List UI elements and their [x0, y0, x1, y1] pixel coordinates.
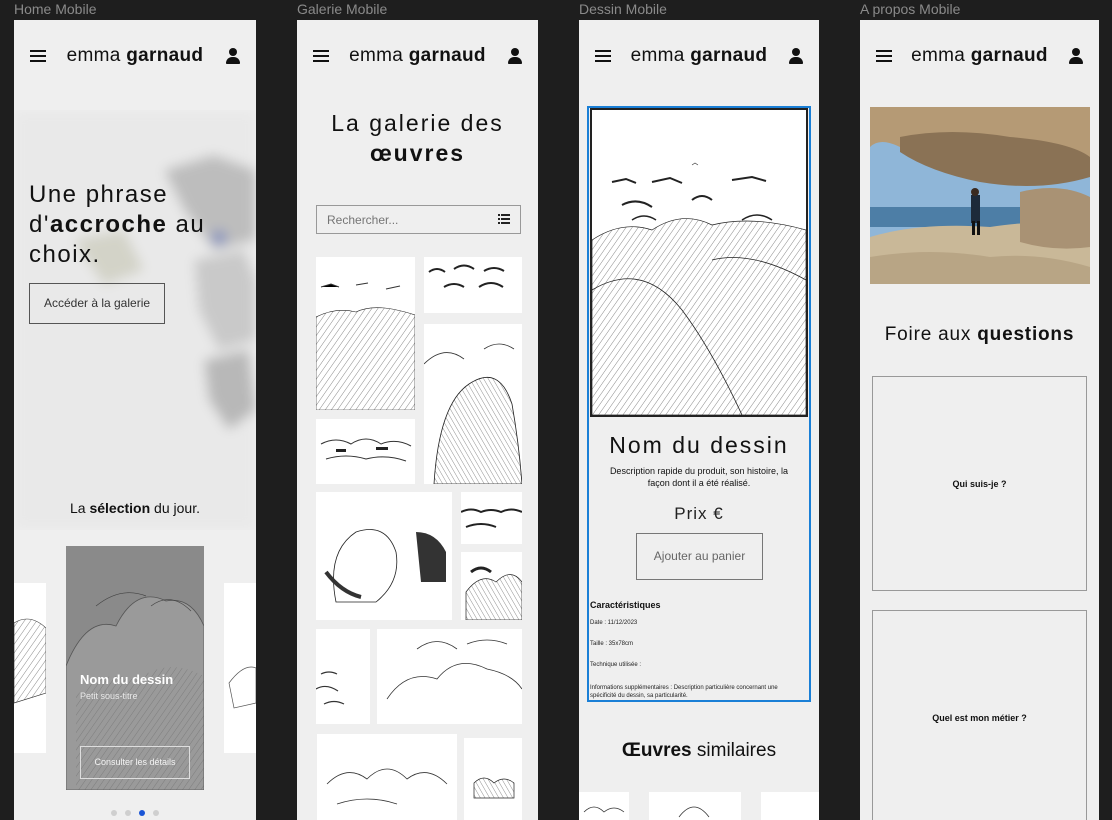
user-icon[interactable] — [508, 48, 522, 64]
faq-b: questions — [977, 324, 1075, 345]
frame-label-gallery: Galerie Mobile — [297, 1, 388, 17]
gallery-title-line-2: œuvres — [369, 140, 466, 166]
daily-selection-heading: La sélection du jour. — [14, 500, 256, 516]
gallery-thumb[interactable] — [424, 257, 522, 313]
brand-first: emma — [349, 45, 404, 66]
spec-info: Informations supplémentaires : Descripti… — [590, 685, 778, 699]
faq-a: Foire aux — [884, 324, 978, 345]
spec-technique: Technique utilisée : — [590, 662, 642, 668]
gallery-title-line-1: La galerie des — [331, 110, 504, 136]
gallery-thumb[interactable] — [316, 257, 415, 410]
gallery-thumb[interactable] — [377, 629, 522, 724]
sel-c: du jour. — [150, 500, 200, 516]
frame-label-drawing: Dessin Mobile — [579, 1, 667, 17]
card-details-button[interactable]: Consulter les détails — [80, 746, 190, 779]
sel-b: sélection — [89, 500, 151, 516]
faq-heading: Foire aux questions — [860, 324, 1099, 346]
gallery-cta-button[interactable]: Accéder à la galerie — [29, 283, 165, 324]
drawing-frame: emma garnaud Nom du dessin Description r… — [579, 20, 819, 820]
gallery-thumb[interactable] — [461, 492, 522, 544]
gallery-thumb[interactable] — [464, 738, 522, 820]
carousel-card-prev[interactable] — [14, 583, 46, 753]
about-frame: emma garnaud Foire aux questions Qui sui… — [860, 20, 1099, 820]
card-subtitle: Petit sous-titre — [80, 691, 138, 701]
faq-card[interactable]: Quel est mon métier ? — [872, 610, 1087, 820]
brand-first: emma — [911, 45, 966, 66]
artist-photo — [870, 107, 1090, 284]
gallery-thumb[interactable] — [316, 419, 415, 484]
similar-a: Œuvres — [621, 740, 692, 761]
brand-last: garnaud — [408, 45, 486, 66]
hero-line-3: choix. — [29, 241, 101, 268]
frame-label-home: Home Mobile — [14, 1, 97, 17]
search-input[interactable] — [325, 212, 489, 228]
list-filter-icon[interactable] — [498, 214, 510, 225]
brand-last: garnaud — [690, 45, 768, 66]
similar-b: similaires — [691, 740, 777, 761]
specs-title: Caractéristiques — [590, 600, 661, 610]
hero-word-accroche: accroche — [49, 211, 168, 238]
brand-first: emma — [66, 45, 121, 66]
hero-word-d: d' — [29, 211, 50, 238]
gallery-thumb[interactable] — [424, 324, 522, 484]
gallery-thumb[interactable] — [316, 492, 452, 620]
sel-a: La — [70, 500, 90, 516]
spec-date: Date : 11/12/2023 — [590, 620, 638, 626]
gallery-thumb[interactable] — [317, 734, 457, 820]
home-frame: emma garnaud Une phrase d'accroche au ch… — [14, 20, 256, 820]
similar-works-heading: Œuvres similaires — [579, 740, 819, 762]
drawing-image — [590, 108, 808, 417]
frame-label-about: A propos Mobile — [860, 1, 961, 17]
brand-logo[interactable]: emma garnaud — [14, 45, 256, 67]
card-title: Nom du dessin — [80, 672, 174, 687]
similar-thumb[interactable] — [579, 792, 629, 820]
brand-logo[interactable]: emma garnaud — [860, 45, 1099, 67]
user-icon[interactable] — [1069, 48, 1083, 64]
brand-last: garnaud — [970, 45, 1048, 66]
drawing-price: Prix € — [674, 504, 724, 523]
top-bar: emma garnaud — [860, 42, 1099, 72]
search-box — [316, 205, 521, 234]
faq-question-1: Qui suis-je ? — [952, 479, 1007, 489]
faq-card[interactable]: Qui suis-je ? — [872, 376, 1087, 591]
hero-tagline: Une phrase d'accroche au choix. — [29, 180, 249, 270]
featured-drawing-card[interactable]: Nom du dessin Petit sous-titre Consulter… — [66, 546, 204, 790]
drawing-name: Nom du dessin — [609, 432, 789, 458]
user-icon[interactable] — [226, 48, 240, 64]
hero-word-au: au — [167, 211, 206, 238]
faq-question-2: Quel est mon métier ? — [932, 713, 1027, 723]
gallery-thumb[interactable] — [461, 552, 522, 620]
top-bar: emma garnaud — [297, 42, 538, 72]
top-bar: emma garnaud — [579, 42, 819, 72]
brand-last: garnaud — [126, 45, 204, 66]
add-to-cart-button[interactable]: Ajouter au panier — [636, 533, 763, 580]
gallery-thumb[interactable] — [316, 629, 370, 724]
similar-thumb[interactable] — [761, 792, 819, 820]
brand-logo[interactable]: emma garnaud — [297, 45, 538, 67]
hero-line-1: Une phrase — [29, 181, 169, 208]
brand-first: emma — [630, 45, 685, 66]
drawing-description: Description rapide du produit, son histo… — [609, 466, 789, 488]
top-bar: emma garnaud — [14, 42, 256, 72]
gallery-frame: emma garnaud La galerie des œuvres — [297, 20, 538, 820]
carousel-dots — [14, 803, 256, 820]
brand-logo[interactable]: emma garnaud — [579, 45, 819, 67]
similar-thumb[interactable] — [649, 792, 741, 820]
carousel-card-next[interactable] — [224, 583, 256, 753]
user-icon[interactable] — [789, 48, 803, 64]
gallery-title: La galerie des œuvres — [297, 108, 538, 168]
spec-size: Taille : 35x78cm — [590, 641, 634, 647]
